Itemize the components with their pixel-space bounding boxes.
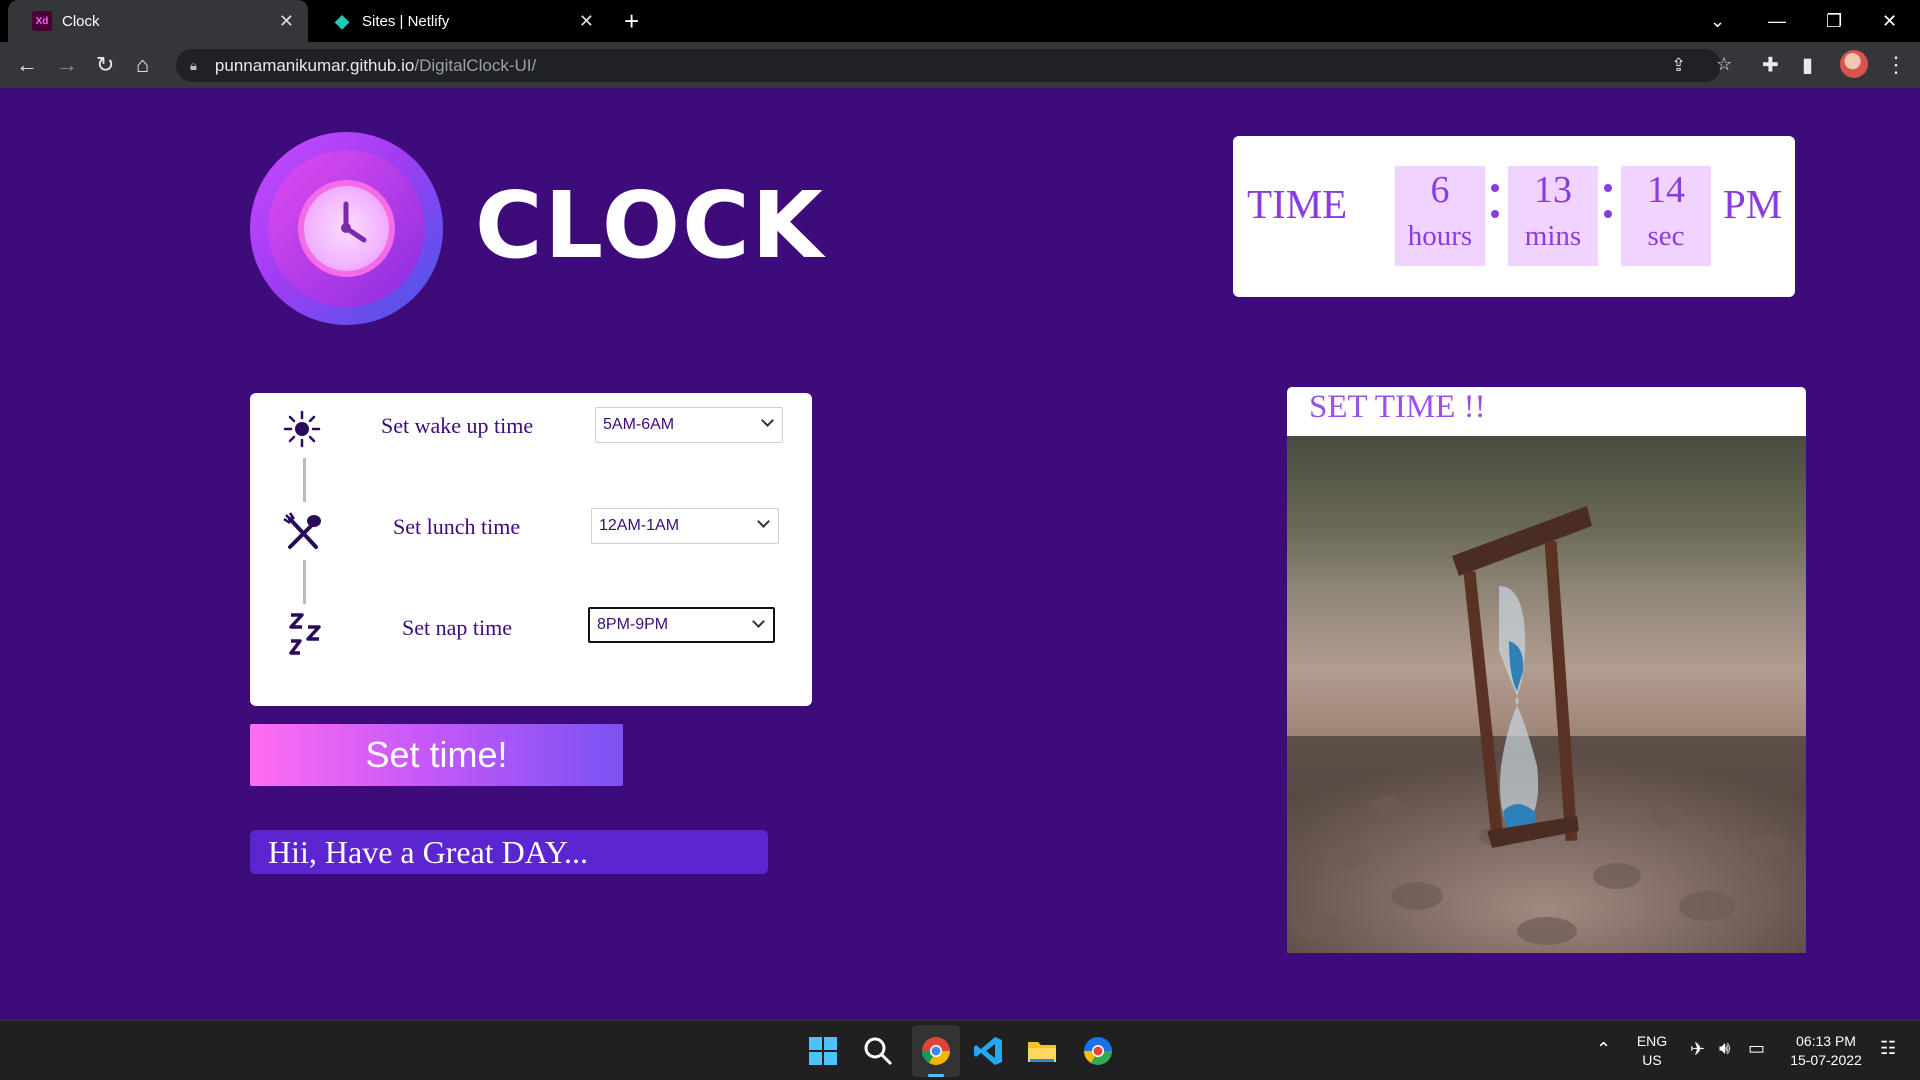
chevron-down-icon (757, 515, 770, 528)
colon-separator (1491, 184, 1499, 236)
home-icon[interactable]: ⌂ (136, 52, 149, 78)
language-indicator[interactable]: ENG US (1636, 1032, 1668, 1070)
greeting-banner: Hii, Have a Great DAY... (250, 830, 768, 874)
tab-search-chevron-icon[interactable]: ⌄ (1710, 0, 1725, 42)
wake-label: Set wake up time (381, 413, 534, 438)
bookmark-star-icon[interactable]: ☆ (1716, 54, 1732, 75)
sleep-zzz-icon (289, 613, 321, 655)
wake-time-value: 5AM-6AM (603, 416, 675, 433)
timeline-connector (303, 560, 306, 604)
chrome-dev-icon[interactable] (1082, 1035, 1114, 1067)
tab-title: Sites | Netlify (362, 12, 450, 30)
share-icon[interactable]: ⇪ (1671, 55, 1686, 76)
secs-box: 14 sec (1621, 166, 1711, 266)
chrome-icon[interactable] (920, 1035, 952, 1067)
search-icon[interactable] (862, 1035, 894, 1067)
hourglass-photo (1287, 436, 1806, 953)
notification-icon[interactable]: ☷ (1880, 1038, 1896, 1059)
mins-box: 13 mins (1508, 166, 1598, 266)
close-tab-icon[interactable]: ✕ (579, 11, 594, 32)
lunch-time-select[interactable]: 12AM-1AM (591, 508, 779, 544)
time-label: TIME (1247, 181, 1348, 227)
minimize-icon[interactable]: — (1768, 0, 1786, 42)
url-path: /DigitalClock-UI/ (414, 55, 537, 75)
set-time-title: SET TIME !! (1309, 389, 1486, 425)
windows-start-icon[interactable] (807, 1035, 839, 1067)
menu-kebab-icon[interactable]: ⋮ (1885, 52, 1907, 78)
logo-title: CLOCK (475, 172, 825, 279)
nap-label: Set nap time (402, 615, 512, 640)
mins-value: 13 (1534, 169, 1572, 211)
colon-separator (1604, 184, 1612, 236)
forward-icon[interactable]: → (56, 52, 78, 78)
volume-icon[interactable]: 🔊︎ (1719, 1038, 1730, 1059)
xd-favicon-icon: Xd (32, 11, 52, 31)
fork-spoon-icon (283, 512, 321, 549)
clock-logo-icon (250, 132, 443, 325)
timeline-connector (303, 458, 306, 502)
tray-time: 06:13 PM (1796, 1033, 1856, 1049)
hours-box: 6 hours (1395, 166, 1485, 266)
secs-unit: sec (1647, 220, 1685, 252)
restore-icon[interactable]: ❐ (1826, 0, 1842, 42)
tab-netlify[interactable]: ◆ Sites | Netlify ✕ (308, 0, 608, 42)
schedule-form: Set wake up time 5AM-6AM Set lunch time … (250, 393, 812, 706)
sun-icon (283, 410, 321, 448)
file-explorer-icon[interactable] (1026, 1035, 1058, 1067)
lang-bottom: US (1642, 1052, 1662, 1068)
back-icon[interactable]: ← (16, 52, 38, 78)
ampm-label: PM (1723, 181, 1783, 227)
lunch-label: Set lunch time (393, 514, 521, 539)
set-time-button[interactable]: Set time! (250, 724, 623, 786)
side-panel-icon[interactable]: ▮ (1802, 53, 1813, 78)
active-indicator (928, 1074, 944, 1077)
address-bar[interactable]: 🔒︎ punnamanikumar.github.io/DigitalClock… (176, 49, 1732, 82)
page-content: CLOCK TIME 6 hours 13 mins 14 sec PM Set… (0, 88, 1920, 1020)
wake-time-select[interactable]: 5AM-6AM (595, 407, 783, 443)
lang-top: ENG (1636, 1033, 1668, 1049)
reload-icon[interactable]: ↻ (96, 52, 114, 78)
browser-tab-bar: Xd Clock ✕ ◆ Sites | Netlify ✕ + ⌄ — ❐ ✕ (0, 0, 1920, 42)
secs-value: 14 (1647, 169, 1685, 211)
profile-avatar[interactable] (1840, 50, 1868, 78)
close-window-icon[interactable]: ✕ (1882, 0, 1897, 42)
tray-date: 15-07-2022 (1790, 1052, 1862, 1068)
nap-time-select[interactable]: 8PM-9PM (588, 607, 775, 643)
set-time-card: SET TIME !! (1287, 387, 1806, 953)
chevron-down-icon (752, 615, 765, 628)
battery-icon[interactable]: ▭ (1748, 1038, 1765, 1059)
close-tab-icon[interactable]: ✕ (279, 11, 294, 32)
tray-chevron-up-icon[interactable]: ⌃ (1596, 1039, 1611, 1060)
netlify-favicon-icon: ◆ (335, 10, 349, 31)
new-tab-button[interactable]: + (624, 6, 639, 36)
hours-value: 6 (1430, 169, 1450, 211)
nap-time-value: 8PM-9PM (597, 616, 669, 633)
vscode-icon[interactable] (972, 1035, 1004, 1067)
airplane-mode-icon[interactable]: ✈ (1690, 1039, 1705, 1060)
lunch-time-value: 12AM-1AM (599, 517, 680, 534)
digital-clock-card: TIME 6 hours 13 mins 14 sec PM (1233, 136, 1795, 297)
hours-unit: hours (1407, 220, 1473, 252)
lock-icon[interactable]: 🔒︎ (190, 58, 197, 74)
extensions-puzzle-icon[interactable]: ✚ (1762, 53, 1779, 78)
tab-clock[interactable]: Xd Clock ✕ (8, 0, 308, 42)
chevron-down-icon (761, 414, 774, 427)
windows-taskbar: ⌃ ENG US ✈ 🔊︎ ▭ 06:13 PM 15-07-2022 ☷ (0, 1020, 1920, 1080)
tab-title: Clock (62, 12, 100, 30)
taskbar-clock[interactable]: 06:13 PM 15-07-2022 (1786, 1032, 1866, 1070)
browser-toolbar: ← → ↻ ⌂ 🔒︎ punnamanikumar.github.io/Digi… (0, 42, 1920, 88)
url-host: punnamanikumar.github.io (214, 55, 415, 75)
mins-unit: mins (1524, 220, 1582, 252)
